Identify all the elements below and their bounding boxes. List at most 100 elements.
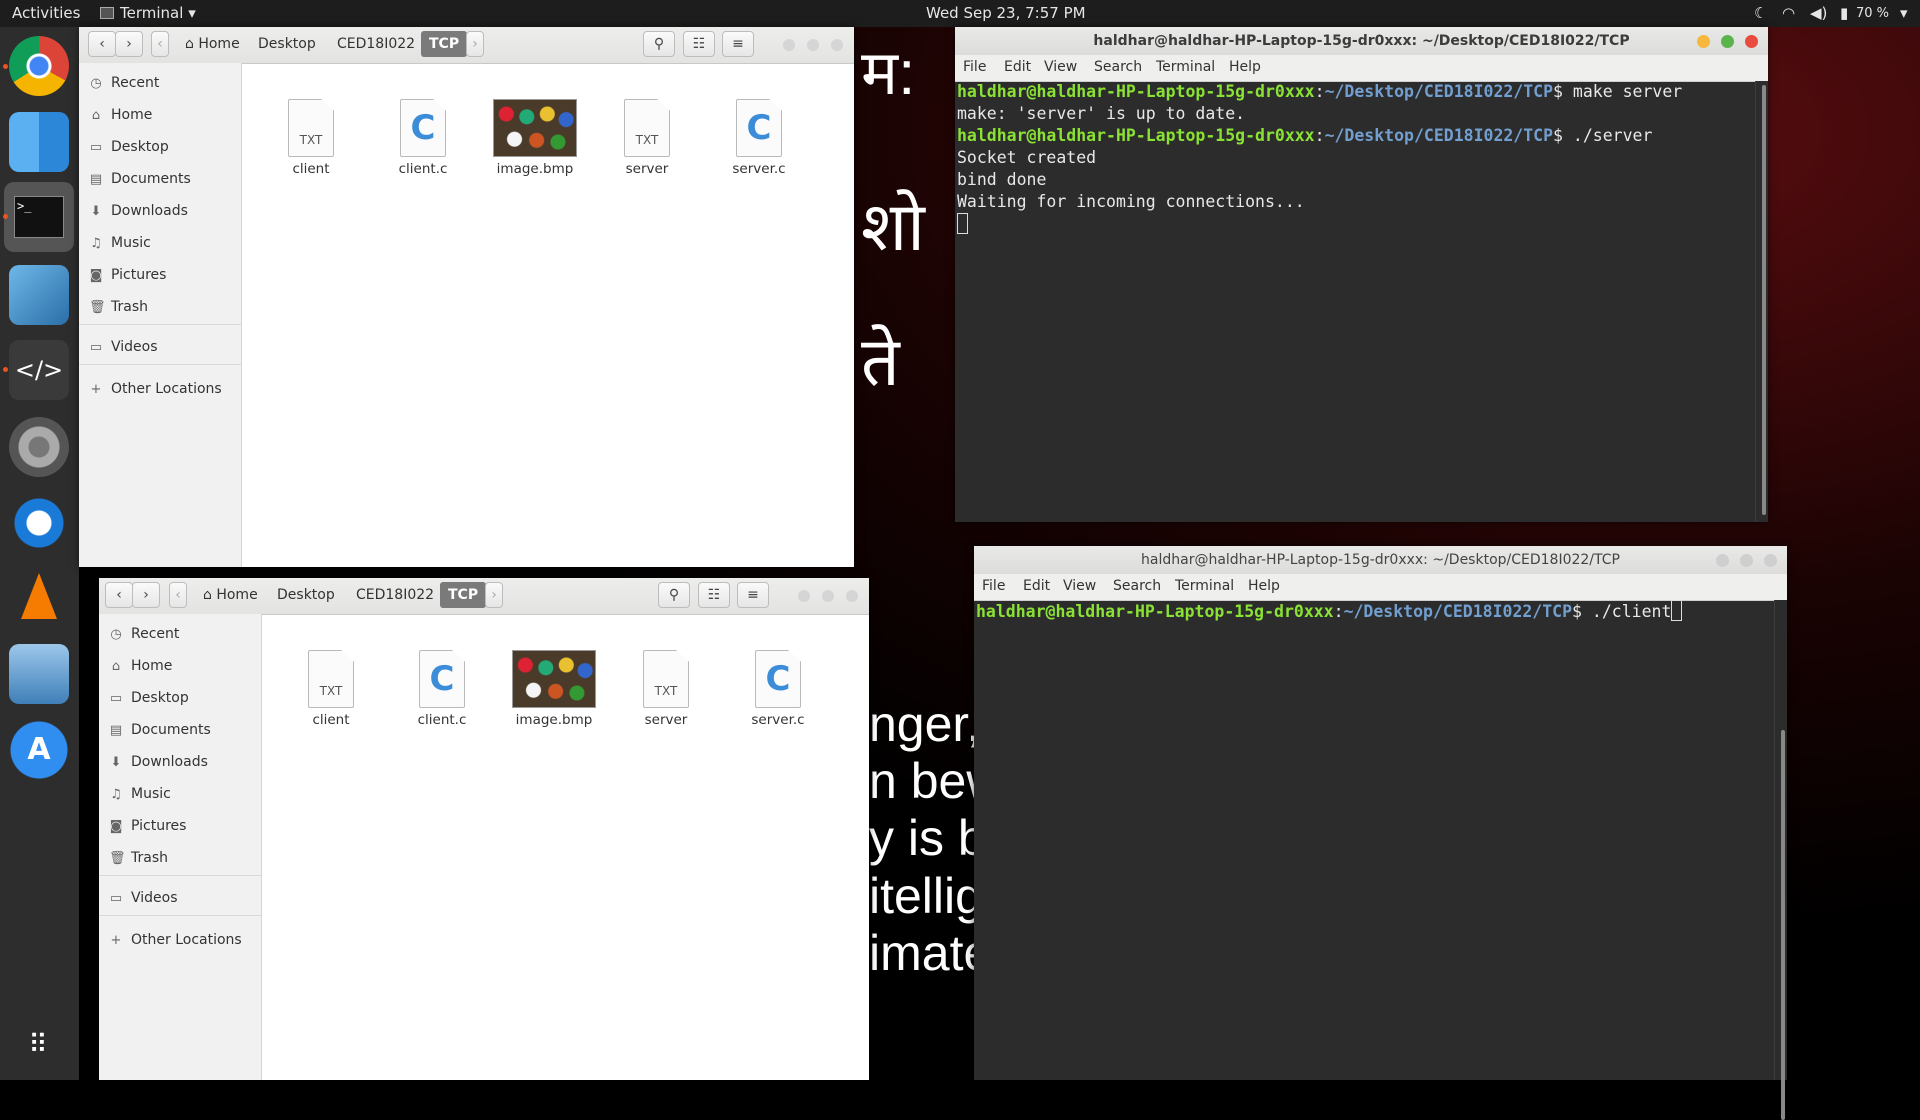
finder-icon[interactable] (9, 112, 69, 172)
sidebar-item-documents[interactable]: ▤ Documents (89, 167, 191, 191)
sidebar-item-trash[interactable]: 🗑 Trash (89, 295, 148, 319)
show-applications-icon[interactable]: ⠿ (9, 1017, 69, 1077)
night-light-icon[interactable]: ☾ (1754, 4, 1767, 22)
sidebar-item-videos[interactable]: ▭ Videos (89, 335, 158, 359)
menu-help[interactable]: Help (1248, 578, 1280, 594)
forward-button[interactable]: › (132, 582, 160, 608)
app-store-icon[interactable]: A (9, 720, 69, 780)
menu-file[interactable]: File (982, 578, 1005, 594)
sidebar-item-other-locations[interactable]: + Other Locations (89, 377, 222, 401)
terminal-output[interactable]: haldhar@haldhar-HP-Laptop-15g-dr0xxx:~/D… (955, 81, 1756, 522)
menu-edit[interactable]: Edit (1023, 578, 1050, 594)
sidebar-item-music[interactable]: ♫ Music (89, 231, 151, 255)
sidebar-item-downloads[interactable]: ⬇ Downloads (89, 199, 188, 223)
menu-search[interactable]: Search (1113, 578, 1161, 594)
search-button[interactable]: ⚲ (658, 582, 690, 608)
breadcrumb-home[interactable]: ⌂ Home (195, 582, 266, 608)
file-item-client-c[interactable]: Cclient.c (394, 650, 490, 728)
sidebar-item-desktop[interactable]: ▭ Desktop (109, 686, 189, 710)
sidebar-item-pictures[interactable]: ◙ Pictures (89, 263, 167, 287)
terminal-icon[interactable]: >_ (4, 182, 74, 252)
maximize-button[interactable] (822, 590, 834, 602)
file-item-image-bmp[interactable]: image.bmp (487, 99, 583, 177)
path-scroll-left-button[interactable]: ‹ (151, 31, 169, 57)
maximize-button[interactable] (807, 39, 819, 51)
sidebar-item-downloads[interactable]: ⬇ Downloads (109, 750, 208, 774)
close-button[interactable] (1764, 554, 1777, 567)
view-mode-button[interactable]: ☷ (683, 31, 715, 57)
menu-edit[interactable]: Edit (1004, 59, 1031, 75)
file-item-server-c[interactable]: Cserver.c (711, 99, 807, 177)
menu-terminal[interactable]: Terminal (1156, 59, 1215, 75)
view-mode-button[interactable]: ☷ (698, 582, 730, 608)
menu-terminal[interactable]: Terminal (1175, 578, 1234, 594)
sidebar-item-home[interactable]: ⌂ Home (109, 654, 172, 678)
wifi-icon[interactable]: ◠ (1782, 4, 1795, 22)
maximize-button[interactable] (1721, 35, 1734, 48)
forward-button[interactable]: › (115, 31, 143, 57)
terminal-scrollbar[interactable] (1774, 600, 1787, 1120)
close-button[interactable] (1745, 35, 1758, 48)
terminal-output[interactable]: haldhar@haldhar-HP-Laptop-15g-dr0xxx:~/D… (974, 600, 1775, 1080)
close-button[interactable] (846, 590, 858, 602)
scrollbar-thumb[interactable] (1781, 730, 1785, 1120)
path-scroll-right-button[interactable]: › (466, 31, 484, 57)
menu-search[interactable]: Search (1094, 59, 1142, 75)
path-scroll-right-button[interactable]: › (485, 582, 503, 608)
breadcrumb-desktop[interactable]: Desktop (269, 582, 343, 608)
sidebar-item-documents[interactable]: ▤ Documents (109, 718, 211, 742)
terminal-scrollbar[interactable] (1755, 81, 1768, 522)
file-item-server-c[interactable]: Cserver.c (730, 650, 826, 728)
clock[interactable]: Wed Sep 23, 7:57 PM (926, 4, 1086, 22)
battery-icon[interactable]: ▮ (1840, 4, 1848, 22)
chrome-icon[interactable] (9, 36, 69, 96)
breadcrumb-desktop[interactable]: Desktop (250, 31, 324, 57)
file-item-client-c[interactable]: Cclient.c (375, 99, 471, 177)
sidebar-item-music[interactable]: ♫ Music (109, 782, 171, 806)
volume-icon[interactable]: ◀) (1810, 4, 1827, 22)
menu-button[interactable]: ≡ (722, 31, 754, 57)
system-menu-arrow-icon[interactable]: ▾ (1900, 4, 1908, 22)
sidebar-item-recent[interactable]: ◷ Recent (109, 622, 179, 646)
minimize-button[interactable] (1697, 35, 1710, 48)
breadcrumb-ced18i022[interactable]: CED18I022 (348, 582, 442, 608)
sidebar-item-desktop[interactable]: ▭ Desktop (89, 135, 169, 159)
sidebar-item-home[interactable]: ⌂ Home (89, 103, 152, 127)
file-item-client[interactable]: TXT client (263, 99, 359, 177)
xcode-icon[interactable] (9, 265, 69, 325)
minimize-button[interactable] (783, 39, 795, 51)
scrollbar-thumb[interactable] (1762, 85, 1766, 515)
close-button[interactable] (831, 39, 843, 51)
sidebar-item-recent[interactable]: ◷ Recent (89, 71, 159, 95)
breadcrumb-home[interactable]: ⌂ Home (177, 31, 248, 57)
minimize-button[interactable] (1716, 554, 1729, 567)
menu-view[interactable]: View (1063, 578, 1096, 594)
file-item-server[interactable]: TXT server (618, 650, 714, 728)
sublime-text-icon[interactable]: </> (9, 340, 69, 400)
browser-icon[interactable] (9, 493, 69, 553)
breadcrumb-tcp[interactable]: TCP (421, 31, 468, 57)
file-item-client[interactable]: TXT client (283, 650, 379, 728)
breadcrumb-ced18i022[interactable]: CED18I022 (329, 31, 423, 57)
sidebar-item-pictures[interactable]: ◙ Pictures (109, 814, 187, 838)
file-item-server[interactable]: TXT server (599, 99, 695, 177)
menu-button[interactable]: ≡ (737, 582, 769, 608)
system-settings-icon[interactable] (9, 417, 69, 477)
maximize-button[interactable] (1740, 554, 1753, 567)
back-button[interactable]: ‹ (105, 582, 133, 608)
sidebar-item-trash[interactable]: 🗑 Trash (109, 846, 168, 870)
sidebar-item-other-locations[interactable]: + Other Locations (109, 928, 242, 952)
back-button[interactable]: ‹ (88, 31, 116, 57)
menu-view[interactable]: View (1044, 59, 1077, 75)
vlc-icon[interactable] (9, 567, 69, 627)
image-viewer-icon[interactable] (9, 644, 69, 704)
minimize-button[interactable] (798, 590, 810, 602)
menu-help[interactable]: Help (1229, 59, 1261, 75)
file-item-image-bmp[interactable]: image.bmp (506, 650, 602, 728)
search-button[interactable]: ⚲ (643, 31, 675, 57)
path-scroll-left-button[interactable]: ‹ (169, 582, 187, 608)
breadcrumb-tcp[interactable]: TCP (440, 582, 487, 608)
app-menu[interactable]: Terminal ▾ (100, 4, 196, 22)
activities-button[interactable]: Activities (12, 4, 80, 22)
sidebar-item-videos[interactable]: ▭ Videos (109, 886, 178, 910)
